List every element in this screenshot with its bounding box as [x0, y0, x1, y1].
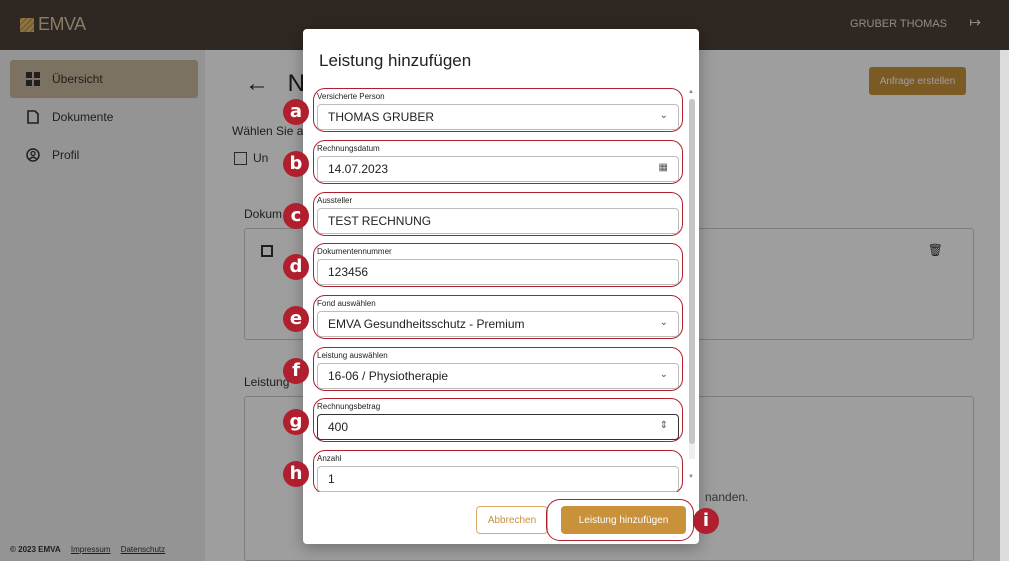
- add-service-dialog: Leistung hinzufügen Versicherte Person T…: [303, 29, 699, 544]
- field-label: Anzahl: [317, 454, 342, 463]
- number-stepper-icon[interactable]: ⇕: [660, 420, 668, 431]
- leistung-field: Leistung auswählen 16-06 / Physiotherapi…: [317, 351, 679, 389]
- input-value: 400: [328, 420, 349, 434]
- dokumentennummer-input[interactable]: 123456: [317, 259, 679, 285]
- submit-button[interactable]: Leistung hinzufügen: [561, 506, 686, 534]
- select-value: EMVA Gesundheitsschutz - Premium: [328, 317, 525, 331]
- rechnungsbetrag-input[interactable]: 400 ⇕: [317, 414, 679, 440]
- marker-i: i: [693, 508, 719, 534]
- calendar-icon[interactable]: ▦: [659, 162, 668, 173]
- marker-a: a: [283, 99, 309, 125]
- chevron-down-icon: ⌄: [659, 317, 668, 328]
- fond-field: Fond auswählen EMVA Gesundheitsschutz - …: [317, 299, 679, 337]
- scroll-down-icon[interactable]: ▼: [688, 474, 694, 480]
- dialog-title: Leistung hinzufügen: [319, 51, 472, 70]
- rechnungsbetrag-field: Rechnungsbetrag 400 ⇕: [317, 402, 679, 440]
- marker-f: f: [283, 358, 309, 384]
- cancel-button[interactable]: Abbrechen: [476, 506, 548, 534]
- field-label: Fond auswählen: [317, 299, 376, 308]
- versicherte-person-select[interactable]: THOMAS GRUBER ⌄: [317, 104, 679, 130]
- leistung-select[interactable]: 16-06 / Physiotherapie ⌄: [317, 363, 679, 389]
- input-value: 14.07.2023: [328, 162, 389, 176]
- input-value: 1: [328, 472, 335, 486]
- marker-b: b: [283, 151, 309, 177]
- anzahl-field: Anzahl 1: [317, 454, 679, 492]
- field-label: Leistung auswählen: [317, 351, 388, 360]
- page-scrollbar[interactable]: [1000, 50, 1009, 561]
- dokumentennummer-field: Dokumentennummer 123456: [317, 247, 679, 285]
- chevron-down-icon: ⌄: [659, 110, 668, 121]
- field-label: Rechnungsbetrag: [317, 402, 381, 411]
- chevron-down-icon: ⌄: [659, 369, 668, 380]
- marker-h: h: [283, 461, 309, 487]
- rechnungsdatum-input[interactable]: 14.07.2023 ▦: [317, 156, 679, 182]
- field-label: Rechnungsdatum: [317, 144, 380, 153]
- field-label: Aussteller: [317, 196, 353, 205]
- marker-e: e: [283, 306, 309, 332]
- marker-g: g: [283, 409, 309, 435]
- anzahl-input[interactable]: 1: [317, 466, 679, 492]
- dialog-scrollbar[interactable]: ▲ ▼: [688, 89, 696, 489]
- dialog-body: Versicherte Person THOMAS GRUBER ⌄ Rechn…: [303, 87, 699, 492]
- field-label: Dokumentennummer: [317, 247, 392, 256]
- versicherte-person-field: Versicherte Person THOMAS GRUBER ⌄: [317, 92, 679, 130]
- dialog-footer: Abbrechen Leistung hinzufügen: [303, 495, 699, 544]
- input-value: TEST RECHNUNG: [328, 214, 432, 228]
- rechnungsdatum-field: Rechnungsdatum 14.07.2023 ▦: [317, 144, 679, 182]
- scroll-thumb[interactable]: [689, 99, 695, 444]
- field-label: Versicherte Person: [317, 92, 385, 101]
- select-value: THOMAS GRUBER: [328, 110, 435, 124]
- fond-select[interactable]: EMVA Gesundheitsschutz - Premium ⌄: [317, 311, 679, 337]
- marker-d: d: [283, 254, 309, 280]
- scroll-up-icon[interactable]: ▲: [688, 89, 694, 95]
- aussteller-input[interactable]: TEST RECHNUNG: [317, 208, 679, 234]
- aussteller-field: Aussteller TEST RECHNUNG: [317, 196, 679, 234]
- input-value: 123456: [328, 265, 369, 279]
- marker-c: c: [283, 203, 309, 229]
- select-value: 16-06 / Physiotherapie: [328, 369, 449, 383]
